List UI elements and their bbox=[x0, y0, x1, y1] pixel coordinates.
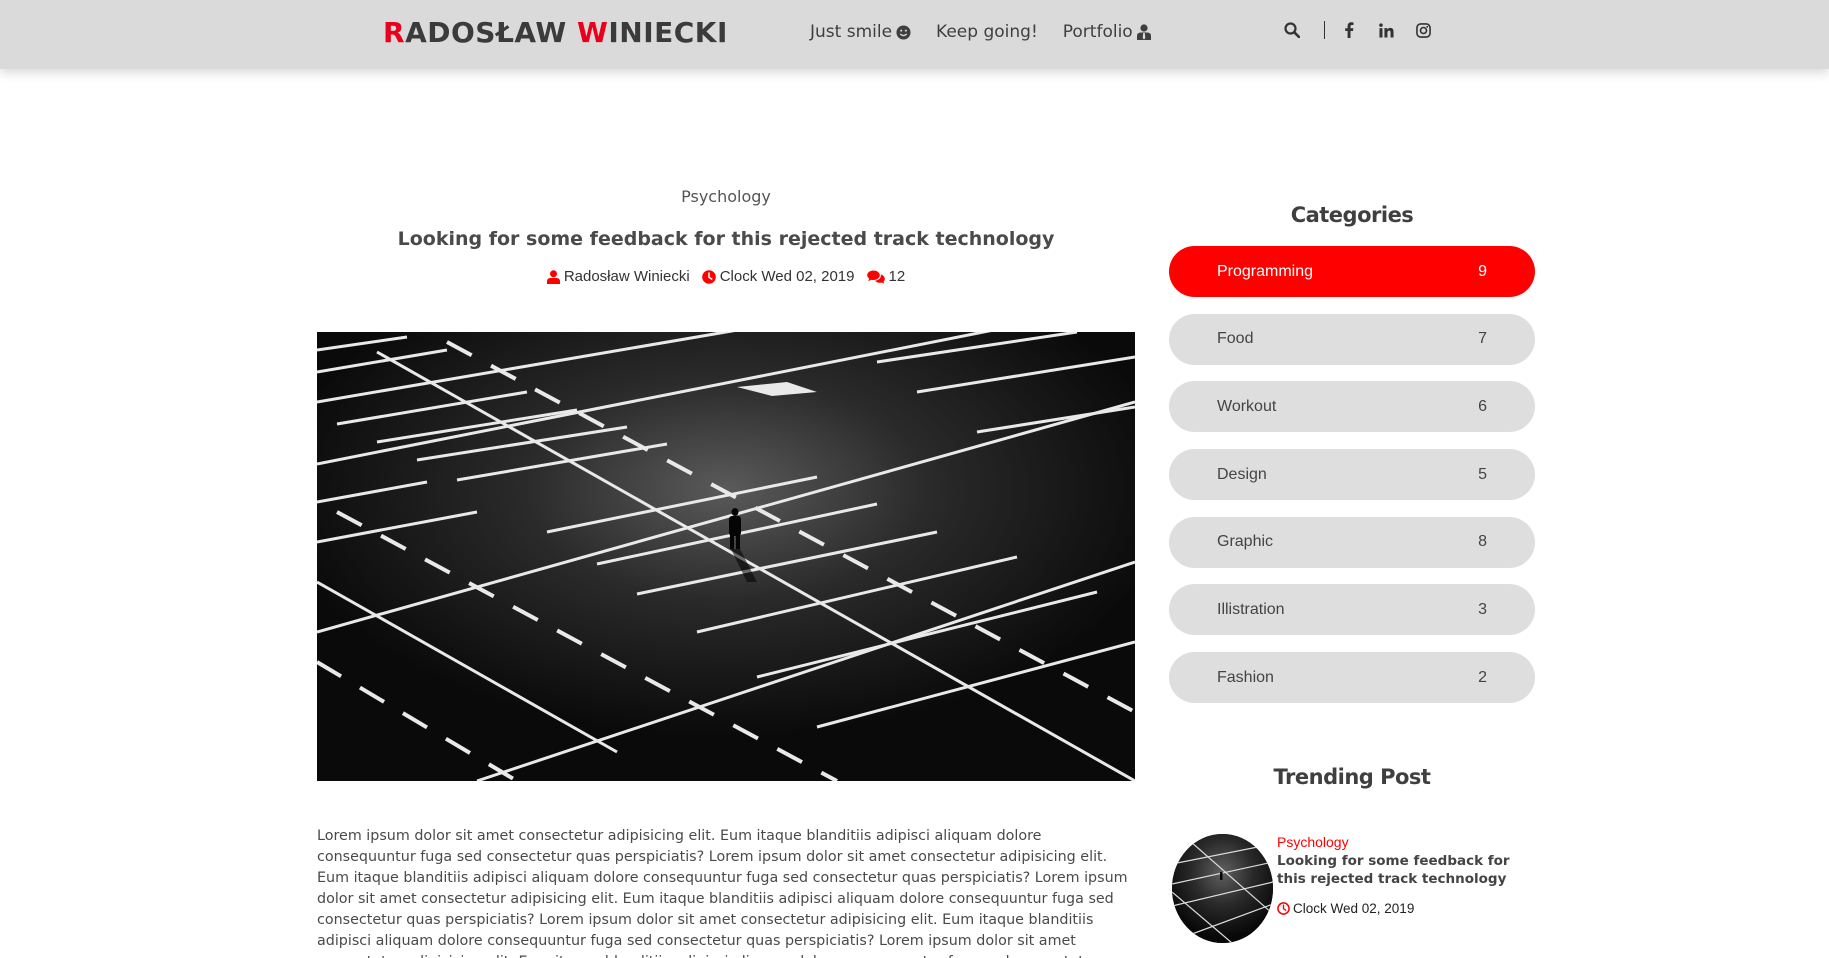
nav-just-smile-label: Just smile bbox=[810, 22, 893, 42]
clock-icon bbox=[701, 269, 716, 284]
category-item[interactable]: Illistration 3 bbox=[1169, 584, 1535, 636]
author-meta[interactable]: Radosław Winiecki bbox=[546, 268, 690, 285]
article-title[interactable]: Looking for some feedback for this rejec… bbox=[317, 228, 1135, 250]
category-name: Workout bbox=[1217, 397, 1277, 415]
category-name: Fashion bbox=[1217, 668, 1274, 686]
logo-initial-r: R bbox=[383, 16, 406, 49]
category-item[interactable]: Fashion 2 bbox=[1169, 652, 1535, 704]
trending-post-category[interactable]: Psychology bbox=[1277, 834, 1349, 850]
category-count: 6 bbox=[1478, 397, 1487, 415]
trending-post-date: Clock Wed 02, 2019 bbox=[1277, 901, 1414, 916]
nav-keep-going[interactable]: Keep going! bbox=[936, 22, 1038, 42]
logo-initial-w: W bbox=[576, 16, 609, 49]
search-icon[interactable] bbox=[1282, 20, 1302, 40]
category-name: Programming bbox=[1217, 262, 1314, 280]
category-list: Programming 9 Food 7 Workout 6 Design 5 … bbox=[1169, 246, 1535, 720]
post-date: Clock Wed 02, 2019 bbox=[719, 268, 855, 285]
user-icon bbox=[546, 269, 560, 284]
instagram-icon[interactable] bbox=[1413, 20, 1433, 40]
user-tie-icon bbox=[1136, 24, 1151, 40]
category-name: Design bbox=[1217, 465, 1267, 483]
category-item[interactable]: Design 5 bbox=[1169, 449, 1535, 501]
facebook-icon[interactable] bbox=[1339, 20, 1359, 40]
header-divider bbox=[1324, 21, 1325, 39]
category-item[interactable]: Workout 6 bbox=[1169, 381, 1535, 433]
nav-portfolio[interactable]: Portfolio bbox=[1063, 22, 1151, 42]
nav-portfolio-label: Portfolio bbox=[1062, 22, 1133, 42]
site-logo[interactable]: RADOSŁAW WINIECKI bbox=[383, 16, 728, 49]
category-count: 2 bbox=[1478, 668, 1487, 686]
category-count: 9 bbox=[1478, 262, 1487, 280]
nav-keep-going-label: Keep going! bbox=[936, 22, 1038, 42]
categories-heading: Categories bbox=[1290, 203, 1414, 227]
trending-post-title[interactable]: Looking for some feedback for this rejec… bbox=[1277, 852, 1527, 888]
nav-just-smile[interactable]: Just smile bbox=[810, 22, 911, 42]
category-item[interactable]: Food 7 bbox=[1169, 313, 1535, 365]
article-hero-image bbox=[317, 332, 1135, 781]
comments-icon bbox=[866, 270, 885, 284]
logo-first-name: ADOSŁAW bbox=[405, 16, 577, 49]
category-count: 3 bbox=[1478, 600, 1487, 618]
trending-heading: Trending Post bbox=[1273, 765, 1431, 789]
category-name: Food bbox=[1217, 330, 1254, 348]
category-count: 7 bbox=[1478, 330, 1487, 348]
smile-icon bbox=[896, 24, 911, 40]
clock-icon bbox=[1277, 902, 1290, 915]
category-count: 8 bbox=[1478, 533, 1487, 551]
site-header: RADOSŁAW WINIECKI Just smile Keep going!… bbox=[0, 0, 1829, 69]
date-meta: Clock Wed 02, 2019 bbox=[701, 268, 855, 285]
category-name: Graphic bbox=[1217, 533, 1274, 551]
main-nav: Just smile Keep going! Portfolio bbox=[810, 22, 1176, 42]
header-tools bbox=[1282, 20, 1450, 40]
author-name: Radosław Winiecki bbox=[563, 268, 690, 285]
category-count: 5 bbox=[1478, 465, 1487, 483]
article-meta: Radosław Winiecki Clock Wed 02, 2019 12 bbox=[317, 268, 1135, 285]
comments-meta[interactable]: 12 bbox=[866, 268, 906, 285]
trending-post-date-text: Clock Wed 02, 2019 bbox=[1293, 901, 1415, 916]
category-item[interactable]: Programming 9 bbox=[1169, 246, 1535, 297]
trending-post-thumbnail[interactable] bbox=[1172, 834, 1273, 943]
article-category[interactable]: Psychology bbox=[317, 187, 1135, 206]
article-body: Lorem ipsum dolor sit amet consectetur a… bbox=[317, 828, 1128, 958]
linkedin-icon[interactable] bbox=[1376, 20, 1396, 40]
category-item[interactable]: Graphic 8 bbox=[1169, 516, 1535, 568]
trending-post[interactable]: Psychology Looking for some feedback for… bbox=[1172, 834, 1542, 944]
logo-last-name: INIECKI bbox=[608, 16, 728, 49]
comment-count: 12 bbox=[888, 268, 906, 285]
category-name: Illistration bbox=[1217, 600, 1285, 618]
